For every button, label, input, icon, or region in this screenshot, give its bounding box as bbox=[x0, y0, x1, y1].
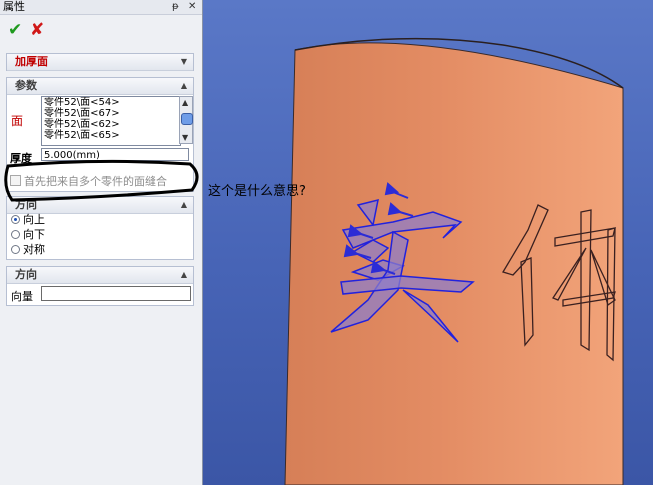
stitch-checkbox-label: 首先把来自多个零件的面缝合 bbox=[24, 175, 167, 188]
model-canvas bbox=[284, 37, 624, 485]
vector-label: 向量 bbox=[11, 290, 33, 303]
radio-icon[interactable] bbox=[11, 245, 20, 254]
confirm-row: ✔ ✘ bbox=[0, 16, 202, 46]
chevron-up-icon[interactable]: ▲ bbox=[181, 267, 187, 283]
close-icon[interactable]: ✕ bbox=[188, 0, 196, 14]
radio-down[interactable]: 向下 bbox=[11, 228, 45, 242]
checkbox-box[interactable] bbox=[10, 175, 21, 186]
scroll-down-icon[interactable]: ▼ bbox=[182, 134, 188, 142]
vector-title: 方向 bbox=[15, 268, 37, 281]
vector-group: 方向 ▲ 向量 bbox=[6, 266, 194, 306]
radio-symmetric-label: 对称 bbox=[23, 243, 45, 256]
panel-title: 属性 bbox=[3, 0, 25, 13]
vector-input[interactable] bbox=[41, 286, 191, 301]
cylinder-body bbox=[284, 42, 624, 485]
stitch-checkbox[interactable]: 首先把来自多个零件的面缝合 bbox=[10, 173, 167, 189]
thickness-label: 厚度 bbox=[10, 152, 32, 165]
face-list-item[interactable]: 零件52\面<54> bbox=[42, 97, 180, 108]
face-list-item[interactable]: 零件52\面<67> bbox=[42, 108, 180, 119]
face-list[interactable]: 零件52\面<54> 零件52\面<67> 零件52\面<62> 零件52\面<… bbox=[41, 96, 181, 146]
panel-titlebar: 属性 ᵽ ✕ bbox=[0, 0, 202, 15]
vector-header[interactable]: 方向 ▲ bbox=[7, 267, 193, 284]
thicken-face-title: 加厚面 bbox=[15, 55, 48, 68]
thickness-input[interactable]: 5.000(mm) bbox=[41, 148, 189, 161]
radio-up[interactable]: 向上 bbox=[11, 213, 45, 227]
radio-selected-icon[interactable] bbox=[11, 215, 20, 224]
radio-down-label: 向下 bbox=[23, 228, 45, 241]
property-panel: 属性 ᵽ ✕ ✔ ✘ 加厚面 ▼ 参数 ▲ 面 零件52\面<54> 零件52\… bbox=[0, 0, 203, 485]
chevron-up-icon[interactable]: ▲ bbox=[181, 197, 187, 213]
chevron-down-icon[interactable]: ▼ bbox=[181, 54, 187, 70]
scroll-up-icon[interactable]: ▲ bbox=[182, 99, 188, 107]
face-list-item[interactable]: 零件52\面<62> bbox=[42, 119, 180, 130]
thicken-face-header[interactable]: 加厚面 ▼ bbox=[7, 54, 193, 71]
chevron-up-icon[interactable]: ▲ bbox=[181, 78, 187, 94]
pin-icon[interactable]: ᵽ bbox=[172, 0, 179, 14]
direction-title: 方向 bbox=[15, 198, 37, 211]
scroll-thumb[interactable] bbox=[181, 113, 193, 125]
annotation-question: 这个是什么意思? bbox=[208, 184, 306, 199]
thicken-face-group[interactable]: 加厚面 ▼ bbox=[6, 53, 194, 71]
radio-icon[interactable] bbox=[11, 230, 20, 239]
radio-up-label: 向上 bbox=[23, 213, 45, 226]
direction-header[interactable]: 方向 ▲ bbox=[7, 197, 193, 214]
face-list-scrollbar[interactable]: ▲ ▼ bbox=[179, 96, 193, 144]
direction-group: 方向 ▲ 向上 向下 对称 bbox=[6, 196, 194, 260]
3d-viewport[interactable] bbox=[203, 0, 653, 485]
ok-check-icon[interactable]: ✔ bbox=[8, 20, 22, 40]
face-list-item[interactable]: 零件52\面<65> bbox=[42, 130, 180, 141]
params-header[interactable]: 参数 ▲ bbox=[7, 78, 193, 95]
params-title: 参数 bbox=[15, 79, 37, 92]
radio-symmetric[interactable]: 对称 bbox=[11, 243, 45, 257]
face-label: 面 bbox=[11, 114, 24, 128]
cancel-x-icon[interactable]: ✘ bbox=[30, 20, 44, 40]
